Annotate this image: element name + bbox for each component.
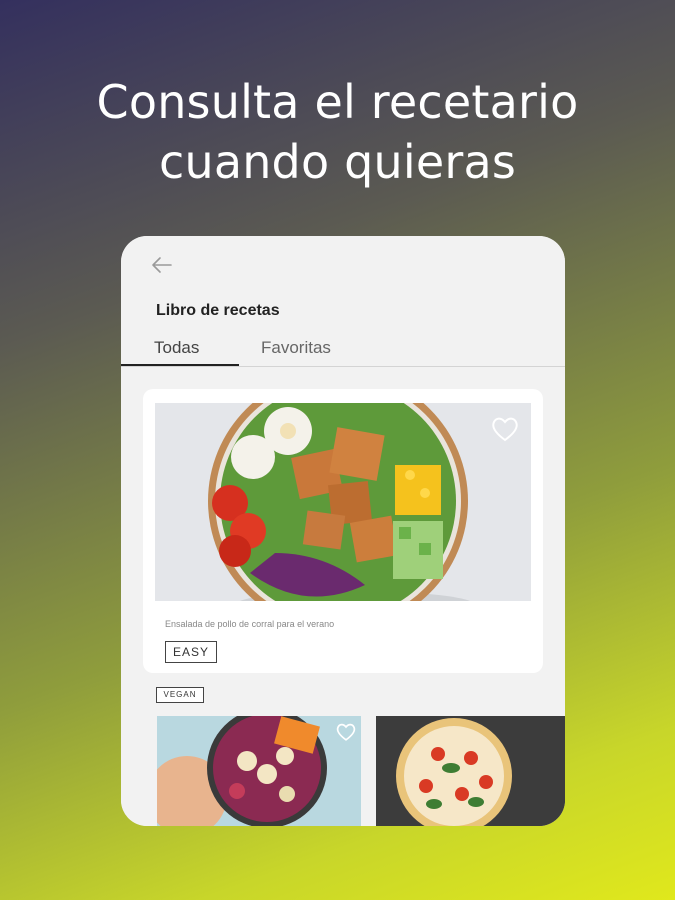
app-screen: Libro de recetas Todas Favoritas Ensalad… <box>121 236 565 826</box>
active-tab-indicator <box>121 364 239 366</box>
tab-all[interactable]: Todas <box>154 338 199 358</box>
tab-bar: Todas Favoritas <box>121 334 565 367</box>
page-title: Libro de recetas <box>156 302 280 319</box>
recipe-card[interactable]: Ensalada de pollo de corral para el vera… <box>143 389 543 673</box>
acai-bowl-illustration <box>157 716 361 826</box>
headline: Consulta el recetario cuando quieras <box>0 72 675 192</box>
back-arrow-icon[interactable] <box>151 254 173 276</box>
difficulty-badge: EASY <box>165 641 217 663</box>
recipe-image-salad-bowl <box>155 403 531 601</box>
top-bar <box>121 236 565 294</box>
headline-line-1: Consulta el recetario <box>96 75 579 129</box>
recipe-thumbnail-pizza[interactable] <box>376 716 565 826</box>
recipe-caption: Ensalada de pollo de corral para el vera… <box>165 619 335 629</box>
vegan-badge: VEGAN <box>156 687 204 703</box>
heart-outline-icon[interactable] <box>335 722 357 742</box>
pizza-illustration <box>376 716 565 826</box>
heart-outline-icon[interactable] <box>490 415 520 443</box>
salad-bowl-illustration <box>155 403 531 601</box>
recipe-thumbnail-acai-bowl[interactable] <box>157 716 361 826</box>
headline-line-2: cuando quieras <box>158 135 517 189</box>
tab-favorites[interactable]: Favoritas <box>261 338 331 358</box>
